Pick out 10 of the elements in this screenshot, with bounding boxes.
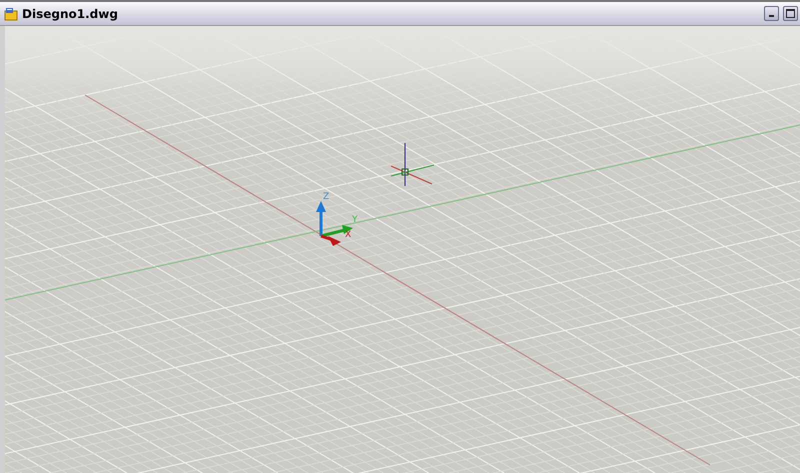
drawing-file-icon bbox=[4, 6, 18, 20]
axis-label: Z bbox=[323, 192, 330, 202]
window-title: Disegno1.dwg bbox=[22, 6, 118, 22]
maximize-icon bbox=[786, 9, 795, 18]
axis-label: X bbox=[345, 230, 352, 240]
crosshair-cursor-icon bbox=[390, 142, 434, 186]
axis-label: Y bbox=[352, 215, 358, 225]
minimize-button[interactable] bbox=[764, 6, 779, 21]
ucs-icon bbox=[316, 201, 353, 246]
maximize-button[interactable] bbox=[783, 6, 798, 21]
